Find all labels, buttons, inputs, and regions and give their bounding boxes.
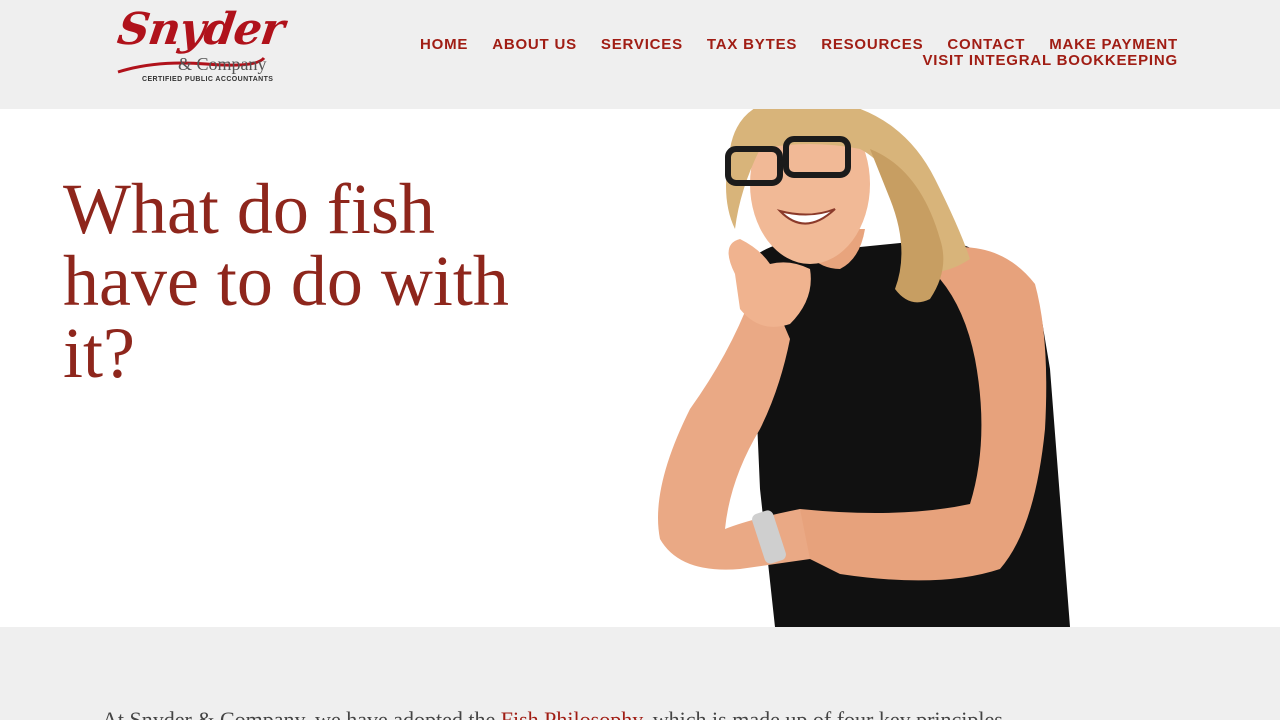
nav-about-us[interactable]: ABOUT US [492, 37, 577, 53]
nav-row-secondary: VISIT INTEGRAL BOOKKEEPING [418, 53, 1178, 69]
hero-person-photo [658, 109, 1070, 627]
logo-tagline: CERTIFIED PUBLIC ACCOUNTANTS [142, 76, 274, 83]
nav-tax-bytes[interactable]: TAX BYTES [707, 37, 797, 53]
nav-services[interactable]: SERVICES [601, 37, 683, 53]
nav-row-primary: HOME ABOUT US SERVICES TAX BYTES RESOURC… [418, 37, 1178, 53]
hero-section: What do fish have to do with it? [0, 109, 1280, 627]
logo-script-text: Snyder [114, 4, 287, 55]
intro-text-before: At Snyder & Company, we have adopted the [102, 707, 501, 720]
company-logo[interactable]: Snyder & Company CERTIFIED PUBLIC ACCOUN… [114, 4, 286, 86]
nav-home[interactable]: HOME [420, 37, 468, 53]
intro-section: At Snyder & Company, we have adopted the… [0, 627, 1280, 720]
nav-contact[interactable]: CONTACT [947, 37, 1025, 53]
nav-resources[interactable]: RESOURCES [821, 37, 923, 53]
main-navigation: HOME ABOUT US SERVICES TAX BYTES RESOURC… [418, 37, 1178, 69]
nav-visit-integral-bookkeeping[interactable]: VISIT INTEGRAL BOOKKEEPING [922, 53, 1178, 69]
intro-paragraph: At Snyder & Company, we have adopted the… [102, 707, 1003, 720]
hero-title: What do fish have to do with it? [63, 169, 509, 393]
fish-philosophy-link[interactable]: Fish Philosophy [501, 707, 642, 720]
intro-text-after: , which is made up of four key principle… [641, 707, 1003, 720]
nav-make-payment[interactable]: MAKE PAYMENT [1049, 37, 1178, 53]
site-header: Snyder & Company CERTIFIED PUBLIC ACCOUN… [0, 0, 1280, 109]
logo-company-text: & Company [178, 54, 267, 74]
